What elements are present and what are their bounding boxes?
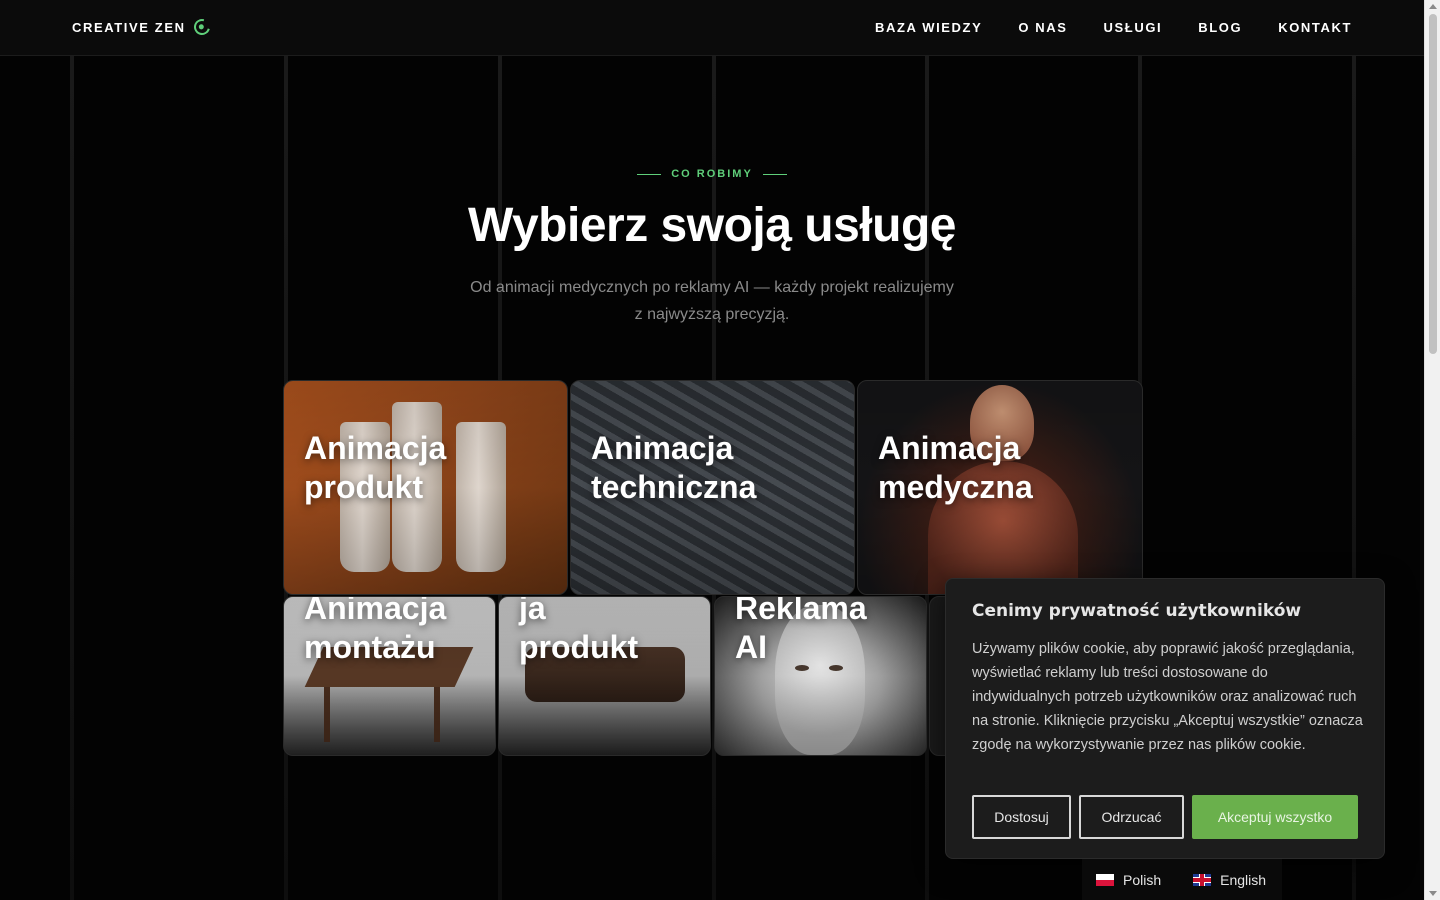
cookie-description: Używamy plików cookie, aby poprawić jako… bbox=[972, 641, 1363, 753]
card-title: ja produkt bbox=[519, 596, 639, 665]
scroll-up-arrow-icon[interactable] bbox=[1429, 4, 1437, 9]
scrollbar-thumb[interactable] bbox=[1429, 14, 1437, 354]
card-title: Animacja techniczna bbox=[591, 430, 757, 505]
nav-item-kontakt[interactable]: KONTAKT bbox=[1278, 20, 1352, 35]
subtitle-line-2: z najwyższą precyzją. bbox=[634, 306, 790, 323]
language-option-polish[interactable]: Polish bbox=[1096, 872, 1161, 888]
section-eyebrow: CO ROBIMY bbox=[0, 168, 1424, 180]
language-label: Polish bbox=[1123, 871, 1162, 888]
eyebrow-text: CO ROBIMY bbox=[671, 168, 753, 180]
section-title: Wybierz swoją usługę bbox=[468, 199, 956, 252]
reject-button[interactable]: Odrzucać bbox=[1079, 795, 1184, 839]
section-subtitle: Od animacji medycznych po reklamy AI — k… bbox=[0, 274, 1424, 328]
service-card-assembly-animation[interactable]: Animacja montażu bbox=[283, 596, 496, 756]
subtitle-line-1: Od animacji medycznych po reklamy AI — k… bbox=[470, 279, 954, 296]
card-title: Reklama AI bbox=[735, 596, 867, 665]
site-header: CREATIVE ZEN BAZA WIEDZY O NAS USŁUGI BL… bbox=[0, 0, 1424, 56]
nav-item-blog[interactable]: BLOG bbox=[1198, 20, 1242, 35]
service-card-product-visualization[interactable]: ja produkt bbox=[498, 596, 711, 756]
uk-flag-icon bbox=[1193, 873, 1212, 886]
grid-line bbox=[70, 56, 74, 900]
customize-button[interactable]: Dostosuj bbox=[972, 795, 1071, 839]
service-card-ai-advertising[interactable]: Reklama AI bbox=[714, 596, 927, 756]
logo-link[interactable]: CREATIVE ZEN bbox=[72, 16, 213, 38]
nav-item-uslugi[interactable]: USŁUGI bbox=[1104, 20, 1163, 35]
poland-flag-icon bbox=[1096, 873, 1114, 886]
accept-all-button[interactable]: Akceptuj wszystko bbox=[1192, 795, 1358, 839]
eyebrow-line-left bbox=[637, 173, 662, 175]
eyebrow-line-right bbox=[762, 173, 787, 175]
language-label: English bbox=[1220, 871, 1267, 888]
service-card-product-animation[interactable]: Animacja produkt bbox=[283, 380, 568, 595]
main-nav: BAZA WIEDZY O NAS USŁUGI BLOG KONTAKT bbox=[875, 20, 1352, 35]
logo-icon bbox=[190, 16, 213, 38]
card-title: Animacja produkt bbox=[304, 430, 447, 505]
service-card-technical-animation[interactable]: Animacja techniczna bbox=[570, 380, 855, 595]
cookie-consent-banner: Cenimy prywatność użytkowników Używamy p… bbox=[945, 578, 1385, 859]
page-scrollbar[interactable] bbox=[1424, 0, 1440, 900]
language-switcher: Polish English bbox=[1082, 859, 1282, 900]
logo-text: CREATIVE ZEN bbox=[72, 19, 186, 35]
nav-item-baza-wiedzy[interactable]: BAZA WIEDZY bbox=[875, 20, 982, 35]
card-title: Animacja medyczna bbox=[878, 430, 1033, 505]
card-title: Animacja montażu bbox=[304, 596, 447, 665]
scroll-down-arrow-icon[interactable] bbox=[1429, 891, 1437, 896]
language-option-english[interactable]: English bbox=[1193, 872, 1266, 888]
cookie-title: Cenimy prywatność użytkowników bbox=[972, 601, 1302, 621]
nav-item-o-nas[interactable]: O NAS bbox=[1018, 20, 1067, 35]
service-card-medical-animation[interactable]: Animacja medyczna bbox=[857, 380, 1143, 595]
